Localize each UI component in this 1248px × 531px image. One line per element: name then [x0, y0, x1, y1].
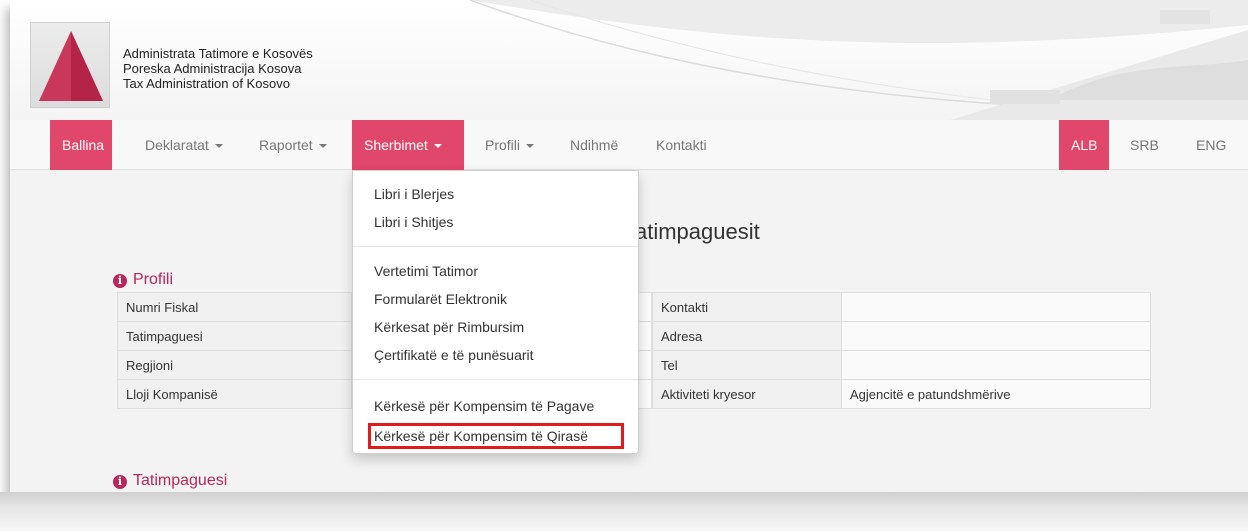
org-name-alb: Administrata Tatimore e Kosovës: [123, 46, 313, 61]
org-name-srb: Poreska Administracija Kosova: [123, 61, 302, 76]
nav-ndihme-label: Ndihmë: [570, 137, 619, 153]
nav-deklaratat-label: Deklaratat: [145, 137, 209, 153]
page-title: atimpaguesit: [635, 219, 760, 244]
nav-kontakti[interactable]: Kontakti: [646, 120, 726, 170]
value-adresa: [841, 321, 1151, 351]
lang-alb-label: ALB: [1071, 137, 1098, 153]
nav-profili-label: Profili: [485, 137, 521, 153]
label-numri-fiskal: Numri Fiskal: [117, 292, 352, 322]
value-kontakti: [841, 292, 1151, 322]
label-regjioni: Regjioni: [117, 350, 352, 380]
taxpayer-section-title: i Tatimpaguesi: [113, 472, 227, 490]
nav-ballina[interactable]: Ballina: [50, 120, 112, 170]
value-aktiviteti-kryesor: Agjencitë e patundshmërive: [841, 379, 1151, 409]
label-tel: Tel: [652, 350, 842, 380]
menu-item-vertetimi-tatimor[interactable]: Vertetimi Tatimor: [353, 260, 638, 282]
chevron-down-icon: [526, 144, 535, 148]
organization-names: Administrata Tatimore e Kosovës Poreska …: [123, 46, 313, 91]
nav-raportet[interactable]: Raportet: [249, 120, 344, 170]
nav-raportet-label: Raportet: [259, 137, 313, 153]
nav-deklaratat[interactable]: Deklaratat: [135, 120, 235, 170]
lang-srb[interactable]: SRB: [1126, 120, 1172, 170]
label-tatimpaguesi: Tatimpaguesi: [117, 321, 352, 351]
table-row: Tel: [652, 350, 1151, 380]
label-adresa: Adresa: [652, 321, 842, 351]
nav-kontakti-label: Kontakti: [656, 137, 707, 153]
page-bottom-shadow: [0, 492, 1248, 531]
label-aktiviteti-kryesor: Aktiviteti kryesor: [652, 379, 842, 409]
logo[interactable]: [30, 22, 110, 108]
label-kontakti: Kontakti: [652, 292, 842, 322]
highlight-annotation-box: [368, 423, 624, 449]
label-lloji-kompanise: Lloji Kompanisë: [117, 379, 352, 409]
menu-divider: [353, 379, 638, 380]
nav-sherbimet[interactable]: Sherbimet: [352, 120, 464, 170]
table-row: Kontakti: [652, 292, 1151, 322]
chevron-down-icon: [318, 144, 327, 148]
main-navbar: Ballina Deklaratat Raportet Sherbimet Pr…: [10, 120, 1248, 170]
chevron-down-icon: [214, 144, 223, 148]
chevron-down-icon: [433, 144, 442, 148]
menu-item-kerkesat-per-rimbursim[interactable]: Kërkesat për Rimbursim: [353, 316, 638, 338]
profile-section-title: i Profili: [113, 271, 173, 289]
profile-title-text: Profili: [133, 271, 174, 288]
menu-item-kompensim-pagave[interactable]: Kërkesë për Kompensim të Pagave: [353, 395, 638, 417]
nav-ndihme[interactable]: Ndihmë: [560, 120, 640, 170]
logo-triangle-icon: [39, 31, 103, 101]
menu-item-libri-i-blerjes[interactable]: Libri i Blerjes: [353, 183, 638, 205]
org-name-eng: Tax Administration of Kosovo: [123, 76, 290, 91]
taxpayer-title-text: Tatimpaguesi: [133, 472, 228, 489]
sherbimet-dropdown-menu: Libri i Blerjes Libri i Shitjes Vertetim…: [352, 170, 639, 454]
browser-frame: Administrata Tatimore e Kosovës Poreska …: [10, 0, 1248, 492]
table-row: Aktiviteti kryesor Agjencitë e patundshmë…: [652, 379, 1151, 409]
value-tel: [841, 350, 1151, 380]
menu-divider: [353, 246, 638, 247]
lang-alb[interactable]: ALB: [1059, 120, 1109, 170]
info-icon: i: [113, 475, 127, 489]
lang-eng-label: ENG: [1196, 137, 1227, 153]
lang-srb-label: SRB: [1130, 137, 1159, 153]
nav-ballina-label: Ballina: [62, 137, 105, 153]
menu-item-formularet-elektronik[interactable]: Formularët Elektronik: [353, 288, 638, 310]
info-icon: i: [113, 274, 127, 288]
profile-table-right: Kontakti Adresa Tel Aktiviteti kryesor Ag…: [652, 292, 1151, 409]
header-banner: Administrata Tatimore e Kosovës Poreska …: [10, 0, 1248, 120]
nav-profili[interactable]: Profili: [476, 120, 556, 170]
lang-eng[interactable]: ENG: [1190, 120, 1236, 170]
menu-item-certifikate-e-te-punesuarit[interactable]: Çertifikatë e të punësuarit: [353, 344, 638, 366]
nav-sherbimet-label: Sherbimet: [364, 137, 428, 153]
menu-item-libri-i-shitjes[interactable]: Libri i Shitjes: [353, 211, 638, 233]
table-row: Adresa: [652, 321, 1151, 351]
